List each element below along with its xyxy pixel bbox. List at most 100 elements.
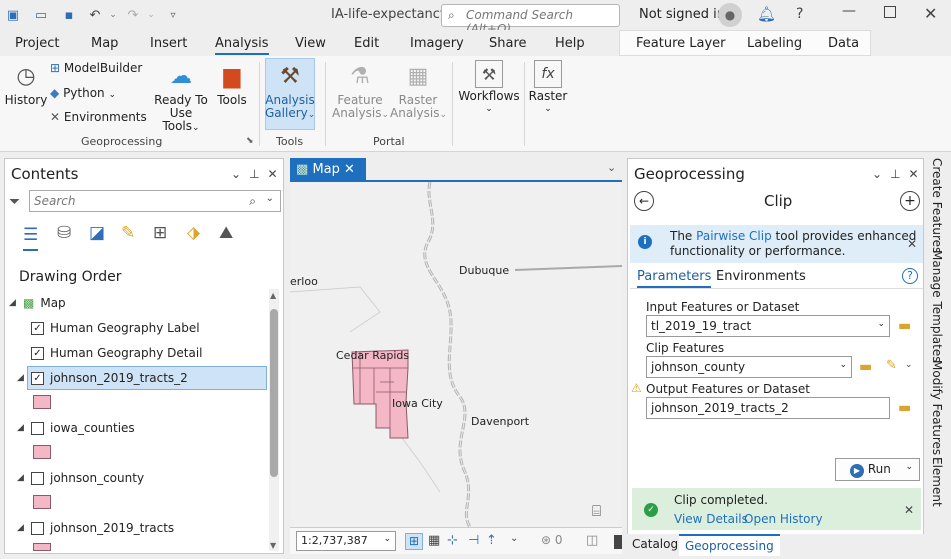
chevron-down-icon[interactable]: ⌄ bbox=[266, 193, 274, 204]
pin-icon[interactable]: ⊥ bbox=[249, 167, 267, 181]
scale-selector[interactable]: 1:2,737,387 ⌄ bbox=[296, 531, 396, 551]
chevron-down-icon[interactable]: ⌄ bbox=[510, 533, 518, 544]
tab-parameters[interactable]: Parameters bbox=[637, 269, 712, 288]
grid-icon[interactable]: ⊞ bbox=[405, 533, 423, 550]
measure-icon[interactable]: ⊣ bbox=[468, 533, 479, 548]
tab-help[interactable]: Help bbox=[555, 36, 585, 51]
checkbox[interactable] bbox=[31, 471, 44, 485]
ready-to-use-tools-button[interactable]: ☁ Ready To Use Tools⌄ bbox=[152, 60, 210, 135]
save-icon[interactable]: ▪ bbox=[60, 6, 78, 24]
environments-button[interactable]: ✕ Environments bbox=[50, 111, 147, 124]
chevron-down-icon[interactable]: ⌄ bbox=[607, 161, 616, 174]
redo-dropdown-icon[interactable]: ⌄ bbox=[142, 6, 160, 24]
help-icon[interactable]: ? bbox=[902, 268, 918, 284]
notifications-icon[interactable]: 🔔︎ bbox=[757, 5, 776, 23]
layer-johnson-2019-tracts[interactable]: ◢ johnson_2019_tracts bbox=[17, 518, 174, 538]
expand-icon[interactable]: ◢ bbox=[9, 298, 23, 308]
tab-element[interactable]: Element bbox=[930, 457, 944, 507]
tab-catalog[interactable]: Catalog bbox=[632, 537, 678, 551]
symbol-swatch[interactable] bbox=[33, 395, 51, 409]
tab-data[interactable]: Data bbox=[828, 36, 859, 51]
edit-pencil-icon[interactable]: ✎ bbox=[886, 358, 897, 373]
list-by-source-icon[interactable]: ⛁ bbox=[57, 223, 71, 243]
open-history-link[interactable]: Open History bbox=[744, 512, 823, 526]
tab-map[interactable]: Map bbox=[91, 36, 118, 51]
history-button[interactable]: ◷ History bbox=[4, 60, 48, 107]
contents-search-input[interactable]: Search ⌕ ⌄ bbox=[29, 190, 281, 212]
map-notes-icon[interactable]: ⌸ bbox=[592, 502, 601, 520]
tab-share[interactable]: Share bbox=[489, 36, 527, 51]
customize-qat-icon[interactable]: ▿ bbox=[164, 6, 182, 24]
scroll-down-icon[interactable]: ▼ bbox=[270, 541, 276, 550]
folder-icon[interactable]: ▬ bbox=[859, 359, 877, 375]
list-by-snapping-icon[interactable]: ⊞ bbox=[153, 223, 167, 243]
clip-features-field[interactable]: johnson_county ⌄ bbox=[646, 356, 852, 378]
tools-button[interactable]: ▆ Tools bbox=[213, 60, 251, 107]
expand-icon[interactable]: ◢ bbox=[17, 423, 31, 433]
undo-dropdown-icon[interactable]: ⌄ bbox=[104, 6, 122, 24]
list-by-drawing-order-icon[interactable]: ☰ bbox=[23, 225, 39, 251]
checkbox[interactable] bbox=[31, 521, 44, 535]
tab-edit[interactable]: Edit bbox=[354, 36, 379, 51]
feature-analysis-button[interactable]: ⚗ Feature Analysis⌄ bbox=[332, 60, 389, 122]
chevron-down-icon[interactable]: ⌄ bbox=[231, 167, 249, 181]
redo-icon[interactable]: ↷ bbox=[124, 6, 142, 24]
raster-functions-button[interactable]: fx Raster ⌄ bbox=[528, 60, 568, 116]
avatar[interactable]: ● bbox=[718, 3, 742, 27]
add-icon[interactable]: + bbox=[900, 191, 920, 211]
sign-in-status[interactable]: Not signed in bbox=[639, 7, 725, 22]
list-by-editing-icon[interactable]: ✎ bbox=[121, 223, 135, 243]
expand-icon[interactable]: ◢ bbox=[17, 523, 31, 533]
checkbox[interactable]: ✓ bbox=[31, 346, 44, 360]
expand-icon[interactable]: ◢ bbox=[17, 473, 31, 483]
symbol-swatch[interactable] bbox=[33, 445, 51, 459]
back-icon[interactable]: ← bbox=[634, 191, 654, 211]
expand-icon[interactable]: ◢ bbox=[17, 373, 31, 383]
layer-johnson-2019-tracts-2[interactable]: ◢ ✓ johnson_2019_tracts_2 bbox=[17, 368, 188, 388]
tab-analysis[interactable]: Analysis bbox=[215, 36, 269, 55]
filter-icon[interactable]: ⏷ bbox=[9, 194, 20, 210]
checkbox[interactable] bbox=[31, 421, 44, 435]
view-details-link[interactable]: View Details bbox=[674, 512, 748, 526]
minimize-icon[interactable]: — bbox=[842, 3, 856, 19]
close-icon[interactable]: ✕ bbox=[268, 167, 286, 181]
tab-create-features[interactable]: Create Features bbox=[930, 158, 944, 253]
tab-geoprocessing[interactable]: Geoprocessing bbox=[679, 534, 780, 556]
output-features-field[interactable]: johnson_2019_tracts_2 bbox=[646, 397, 890, 419]
tab-insert[interactable]: Insert bbox=[150, 36, 187, 51]
close-icon[interactable]: ✕ bbox=[924, 4, 937, 23]
tab-view[interactable]: View bbox=[295, 36, 326, 51]
undo-icon[interactable]: ↶ bbox=[86, 6, 104, 24]
close-icon[interactable]: ✕ bbox=[909, 167, 927, 181]
list-by-labeling-icon[interactable]: ⬗ bbox=[187, 223, 200, 243]
table-grid-icon[interactable]: ▦ bbox=[428, 533, 440, 548]
chevron-down-icon[interactable]: ⌄ bbox=[905, 360, 913, 370]
dialog-launcher-icon[interactable]: ⬊ bbox=[246, 136, 254, 146]
tab-modify-features[interactable]: Modify Features bbox=[930, 360, 944, 455]
list-by-perspective-icon[interactable]: ⛰ bbox=[219, 223, 233, 243]
chevron-down-icon[interactable]: ⌄ bbox=[872, 167, 890, 181]
command-search-input[interactable]: ⌕ Command Search (Alt+Q) bbox=[441, 4, 620, 36]
layer-johnson-county[interactable]: ◢ johnson_county bbox=[17, 468, 144, 488]
folder-icon[interactable]: ▬ bbox=[898, 318, 916, 334]
workflows-button[interactable]: ⚒ Workflows ⌄ bbox=[458, 60, 520, 116]
list-by-selection-icon[interactable]: ◪ bbox=[89, 223, 105, 243]
scroll-up-icon[interactable]: ▲ bbox=[270, 291, 276, 300]
map-node[interactable]: ◢ ▩ Map bbox=[9, 293, 66, 313]
open-project-icon[interactable]: ▭ bbox=[32, 6, 50, 24]
tab-labeling[interactable]: Labeling bbox=[747, 36, 802, 51]
north-arrow-icon[interactable]: ⇡ bbox=[486, 533, 497, 548]
pause-drawing-icon[interactable]: ◫ bbox=[586, 533, 598, 548]
symbol-swatch[interactable] bbox=[33, 543, 51, 551]
analysis-gallery-button[interactable]: ⚒ Analysis Gallery⌄ bbox=[265, 60, 315, 122]
refresh-icon[interactable] bbox=[614, 535, 622, 549]
tab-feature-layer[interactable]: Feature Layer bbox=[636, 36, 726, 51]
tab-imagery[interactable]: Imagery bbox=[410, 36, 464, 51]
raster-analysis-button[interactable]: ▦ Raster Analysis⌄ bbox=[390, 60, 447, 122]
layer-human-geography-label[interactable]: ✓ Human Geography Label bbox=[31, 318, 200, 338]
tab-project[interactable]: Project bbox=[15, 36, 59, 51]
tab-manage-templates[interactable]: Manage Templates bbox=[930, 250, 944, 363]
close-icon[interactable]: ✕ bbox=[344, 162, 355, 177]
python-button[interactable]: ◆ Python ⌄ bbox=[50, 87, 116, 102]
layer-iowa-counties[interactable]: ◢ iowa_counties bbox=[17, 418, 135, 438]
